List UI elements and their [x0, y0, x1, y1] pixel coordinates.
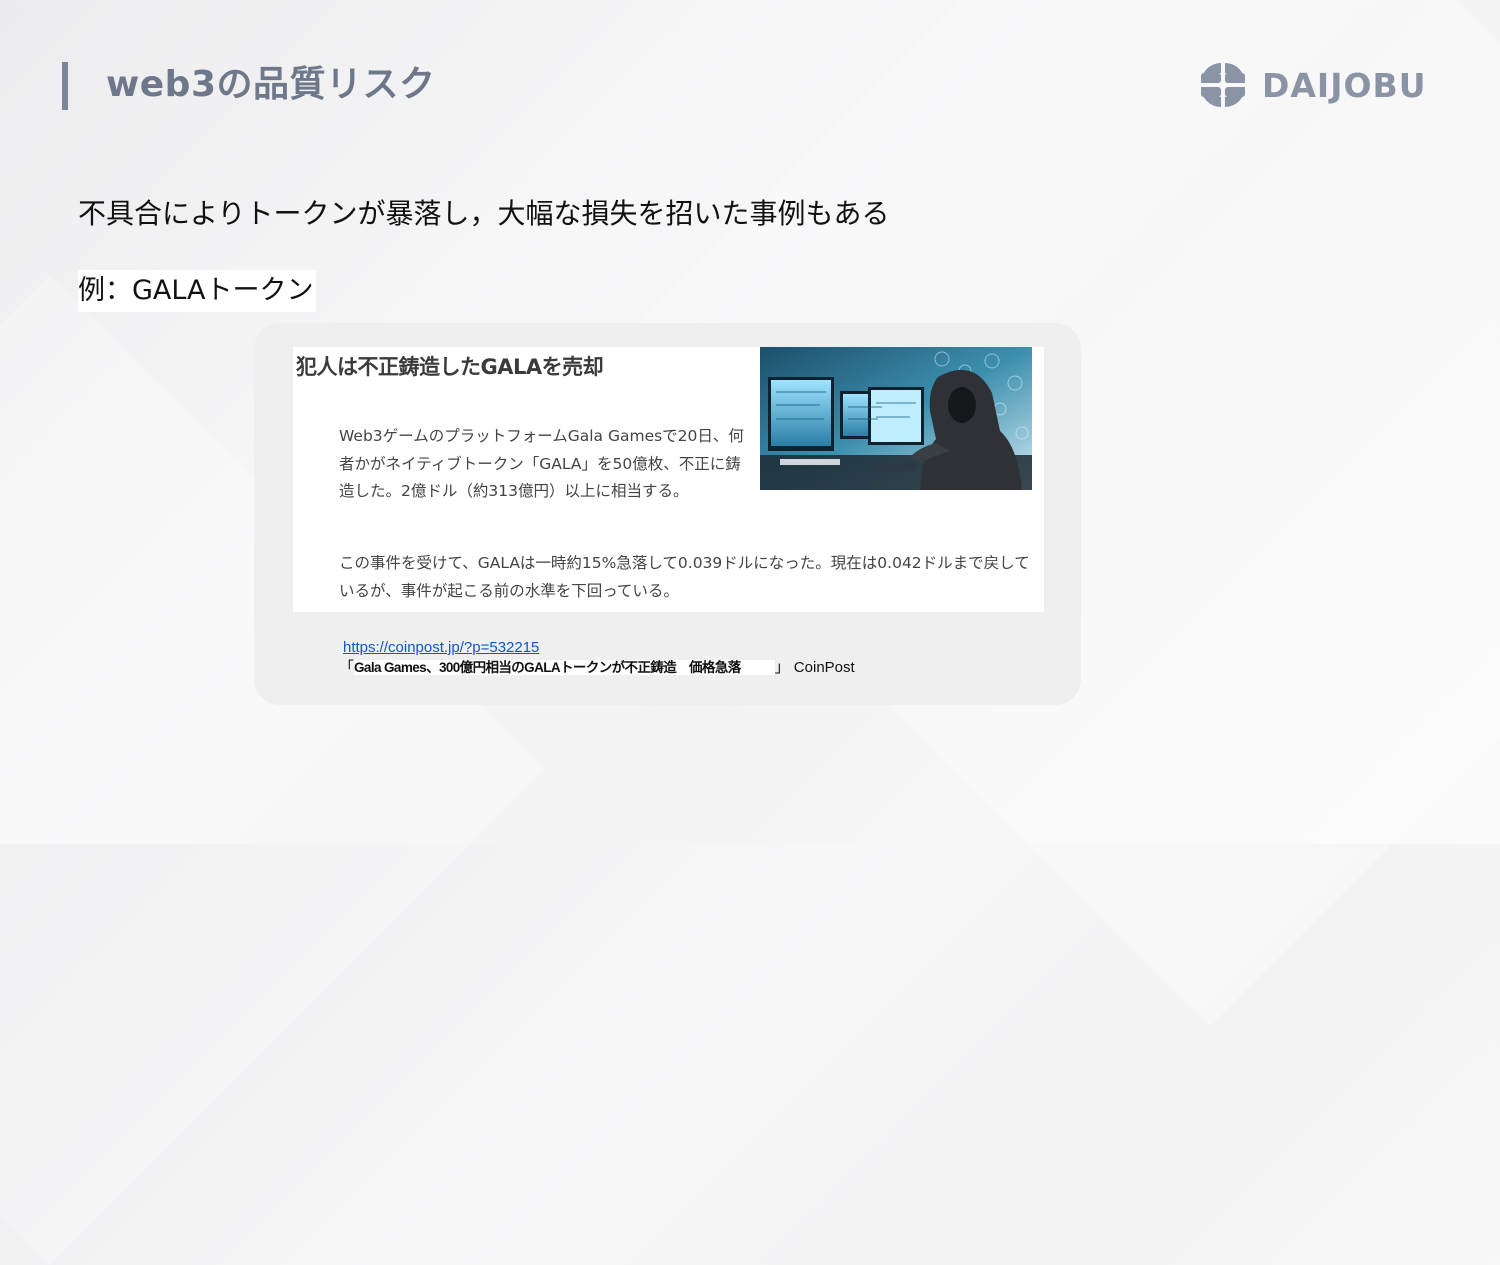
lead-text: 不具合によりトークンが暴落し，大幅な損失を招いた事例もある: [78, 197, 890, 230]
article-title: 犯人は不正鋳造したGALAを売却: [296, 355, 604, 379]
example-label: 例：GALAトークン: [78, 270, 316, 312]
daijobu-logo-icon: [1201, 63, 1245, 107]
source-link[interactable]: https://coinpost.jp/?p=532215: [343, 638, 539, 658]
hacker-at-computer-illustration: [760, 347, 1032, 490]
source-article-name: Gala Games、300億円相当のGALAトークンが不正鋳造 価格急落: [354, 660, 775, 675]
caption-open-bracket: 「: [339, 659, 355, 676]
caption-publisher: 」 CoinPost: [774, 659, 855, 676]
article-paragraph: この事件を受けて、GALAは一時約15%急落して0.039ドルになった。現在は0…: [339, 554, 1030, 600]
title-accent-bar: [62, 62, 68, 110]
page-title: web3の品質リスク: [106, 64, 436, 105]
logo: DAIJOBU: [1198, 60, 1427, 110]
article-screenshot: 犯人は不正鋳造したGALAを売却 Web3ゲームのプラットフォームGala Ga…: [293, 347, 1044, 612]
logo-text: DAIJOBU: [1262, 65, 1427, 105]
article-paragraph: Web3ゲームのプラットフォームGala Gamesで20日、何者かがネイティブ…: [339, 427, 744, 500]
source-caption: 「Gala Games、300億円相当のGALAトークンが不正鋳造 価格急落」 …: [339, 658, 855, 678]
